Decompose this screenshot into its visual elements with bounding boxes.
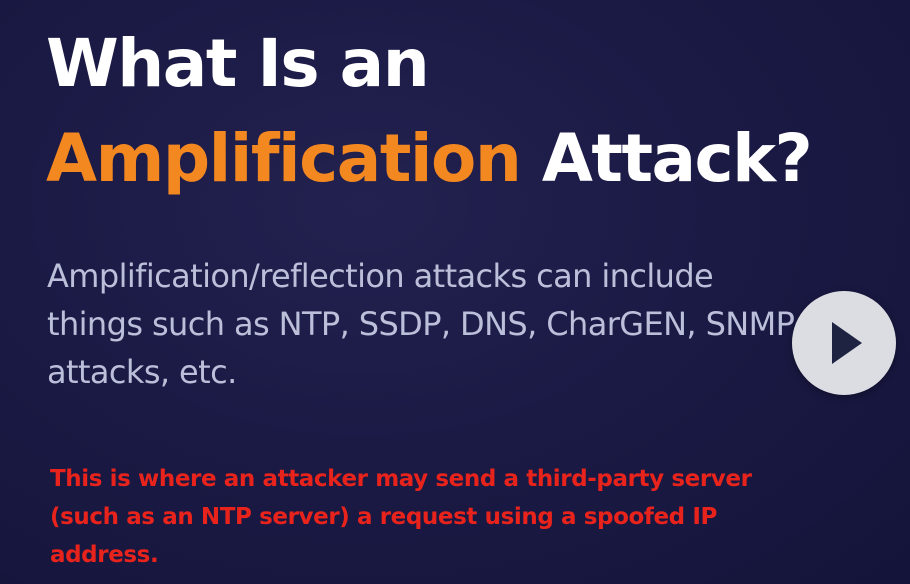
play-icon	[832, 322, 862, 364]
play-button[interactable]	[792, 291, 896, 395]
slide-title: What Is an Amplification Attack?	[46, 16, 813, 206]
video-slide: What Is an Amplification Attack? Amplifi…	[0, 0, 910, 584]
slide-subtitle: Amplification/reflection attacks can inc…	[47, 257, 795, 391]
title-line-2-end: Attack?	[520, 120, 813, 197]
title-accent-word: Amplification	[46, 120, 522, 197]
title-line-1: What Is an	[46, 25, 430, 102]
slide-highlight-text: This is where an attacker may send a thi…	[50, 466, 752, 568]
